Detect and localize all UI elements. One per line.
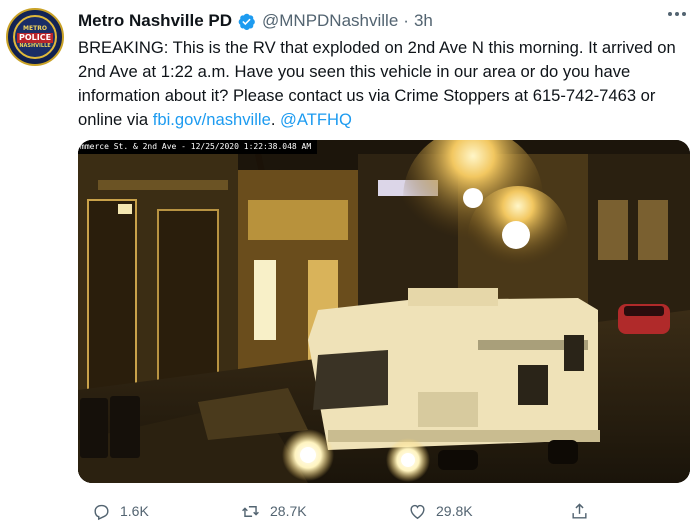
author-name[interactable]: Metro Nashville PD	[78, 11, 232, 31]
tweet-text: BREAKING: This is the RV that exploded o…	[78, 36, 690, 132]
surveillance-photo	[78, 140, 690, 483]
camera-timestamp-overlay: mmerce St. & 2nd Ave - 12/25/2020 1:22:3…	[78, 140, 318, 154]
like-count: 29.8K	[436, 503, 473, 519]
tweet-header: Metro Nashville PD @MNPDNashville · 3h	[78, 9, 680, 33]
retweet-icon	[240, 502, 261, 521]
reply-icon	[92, 502, 111, 521]
retweet-count: 28.7K	[270, 503, 307, 519]
like-icon	[408, 502, 427, 521]
share-icon	[570, 502, 589, 521]
tweet-actions: 1.6K 28.7K 29.8K	[92, 498, 692, 524]
text-separator: .	[270, 110, 281, 129]
more-options-icon[interactable]	[668, 12, 686, 16]
reply-count: 1.6K	[120, 503, 149, 519]
fbi-link[interactable]: fbi.gov/nashville	[153, 110, 271, 129]
tweet-media-image[interactable]: mmerce St. & 2nd Ave - 12/25/2020 1:22:3…	[78, 140, 690, 483]
separator-dot: ·	[403, 11, 409, 30]
reply-button[interactable]: 1.6K	[92, 502, 240, 521]
author-handle[interactable]: @MNPDNashville	[262, 11, 398, 31]
share-button[interactable]	[570, 502, 610, 521]
tweet-timestamp[interactable]: 3h	[414, 11, 433, 31]
avatar[interactable]: METRO POLICE NASHVILLE	[6, 8, 64, 66]
retweet-button[interactable]: 28.7K	[240, 502, 408, 521]
like-button[interactable]: 29.8K	[408, 502, 570, 521]
police-badge-logo: METRO POLICE NASHVILLE	[13, 15, 57, 59]
avatar-line-1: METRO	[23, 24, 47, 32]
verified-badge-icon	[237, 12, 256, 31]
avatar-line-3: NASHVILLE	[19, 42, 51, 49]
atfhq-mention[interactable]: @ATFHQ	[280, 110, 352, 129]
avatar-line-2: POLICE	[16, 32, 54, 43]
